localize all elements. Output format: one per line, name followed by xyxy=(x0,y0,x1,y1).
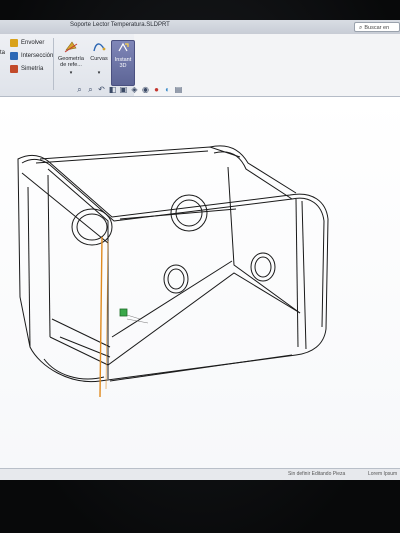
search-placeholder: Buscar en xyxy=(364,25,390,31)
instant3d-label-2: 3D xyxy=(119,63,127,69)
graphics-area[interactable]: ⌕ ⌕ ↶ ◧ ▣ ◈ ◉ ● ◐ ▤ xyxy=(0,85,400,468)
hide-show-icon[interactable]: ◉ xyxy=(141,85,150,94)
wrap-button[interactable]: Envolver xyxy=(10,38,44,48)
search-input[interactable]: ⌕ Buscar en xyxy=(354,22,400,32)
chevron-down-icon: ▾ xyxy=(69,70,73,76)
intersect-label: Intersección xyxy=(21,53,54,59)
mirror-icon xyxy=(10,65,18,73)
status-left-text: Sin definir Editando Pieza xyxy=(288,471,346,477)
wireframe-bracket xyxy=(17,145,329,398)
display-style-icon[interactable]: ◈ xyxy=(130,85,139,94)
ribbon-separator xyxy=(53,38,54,90)
intersect-icon xyxy=(10,52,18,60)
ribbon-toolbar: ta Envolver Intersección Simetría Geomet… xyxy=(0,34,400,97)
reference-geometry-button[interactable]: Geometría de refe... ▾ xyxy=(56,40,86,86)
wrap-label: Envolver xyxy=(21,40,45,46)
search-icon: ⌕ xyxy=(359,25,363,31)
curves-icon xyxy=(93,43,106,52)
mirror-button[interactable]: Simetría xyxy=(10,64,43,74)
reference-geometry-icon xyxy=(64,41,78,53)
heads-up-view-toolbar: ⌕ ⌕ ↶ ◧ ▣ ◈ ◉ ● ◐ ▤ xyxy=(75,83,183,95)
wrap-icon xyxy=(10,39,18,47)
status-bar: Sin definir Editando Pieza Lorem Ipsum xyxy=(0,468,400,480)
solidworks-window: Soporte Lector Temperatura.SLDPRT ⌕ Busca… xyxy=(0,20,400,480)
edit-appearance-icon[interactable]: ● xyxy=(152,85,161,94)
instant3d-button[interactable]: Instant 3D xyxy=(111,40,135,86)
instant3d-icon xyxy=(118,42,129,52)
zoom-fit-icon[interactable]: ⌕ xyxy=(75,85,84,94)
title-bar: Soporte Lector Temperatura.SLDPRT ⌕ Busca… xyxy=(0,20,400,35)
apply-scene-icon[interactable]: ◐ xyxy=(163,85,172,94)
reference-geometry-label-2: de refe... xyxy=(60,62,82,68)
window-title: Soporte Lector Temperatura.SLDPRT xyxy=(70,22,170,28)
curves-label: Curvas xyxy=(90,56,108,62)
mirror-label: Simetría xyxy=(21,66,44,72)
previous-view-icon[interactable]: ↶ xyxy=(97,85,106,94)
zoom-area-icon[interactable]: ⌕ xyxy=(86,85,95,94)
view-orientation-icon[interactable]: ▣ xyxy=(119,85,128,94)
section-view-icon[interactable]: ◧ xyxy=(108,85,117,94)
ribbon-cut-label: ta xyxy=(0,50,6,56)
status-right-text: Lorem Ipsum xyxy=(368,471,398,477)
curves-button[interactable]: Curvas ▾ xyxy=(84,40,114,86)
view-settings-icon[interactable]: ▤ xyxy=(174,85,183,94)
intersect-button[interactable]: Intersección xyxy=(10,51,53,61)
chevron-down-icon: ▾ xyxy=(97,70,101,76)
